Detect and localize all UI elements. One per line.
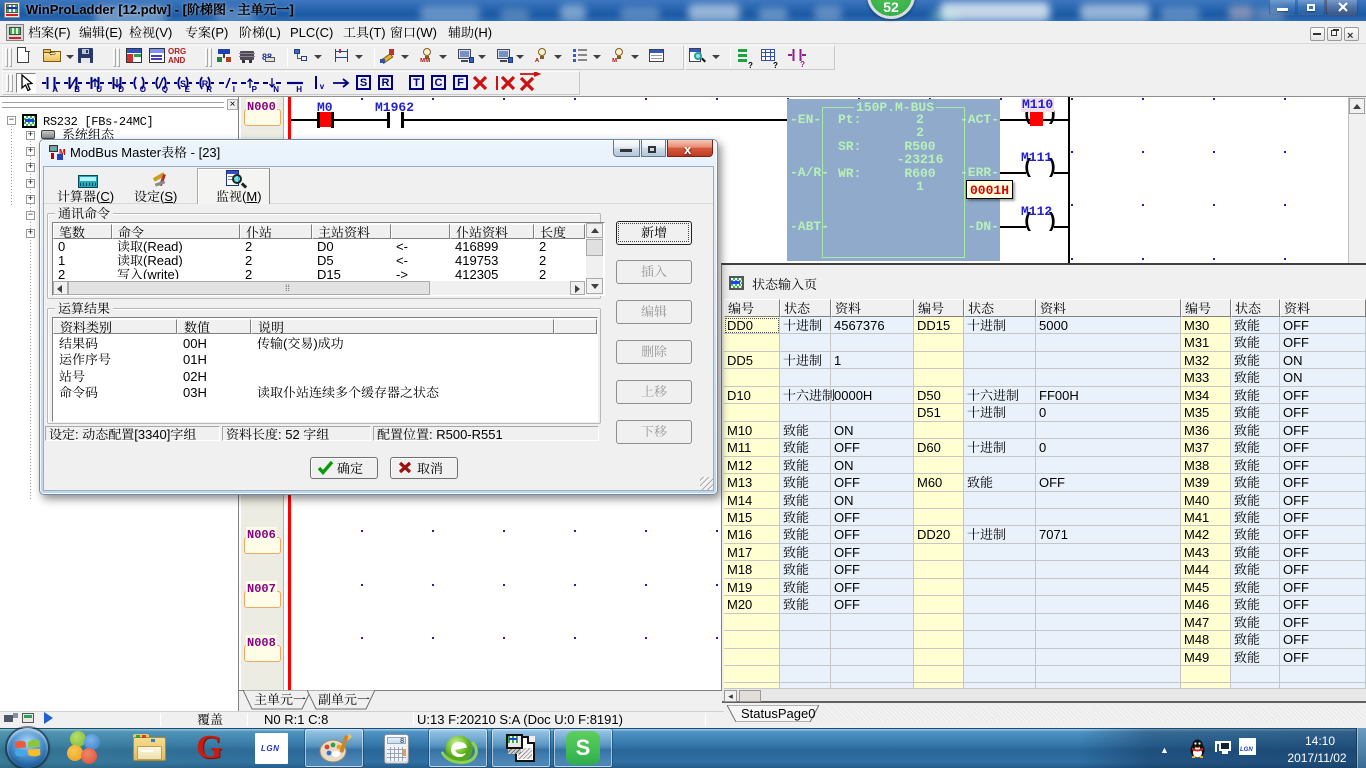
- svg-text:A: A: [52, 85, 58, 93]
- svg-text:N: N: [273, 85, 279, 93]
- svg-text:O: O: [140, 85, 146, 93]
- svg-text:v: v: [320, 82, 325, 91]
- svg-text:R: R: [206, 85, 212, 93]
- svg-text:H: H: [296, 85, 302, 93]
- svg-text:?: ?: [800, 60, 805, 68]
- svg-text:E: E: [185, 85, 191, 93]
- svg-text:Q: Q: [162, 85, 168, 93]
- svg-text:D: D: [118, 85, 124, 93]
- svg-text:P: P: [252, 85, 258, 93]
- svg-text:I: I: [233, 85, 235, 93]
- svg-text:B: B: [74, 85, 80, 93]
- svg-text:U: U: [96, 85, 102, 93]
